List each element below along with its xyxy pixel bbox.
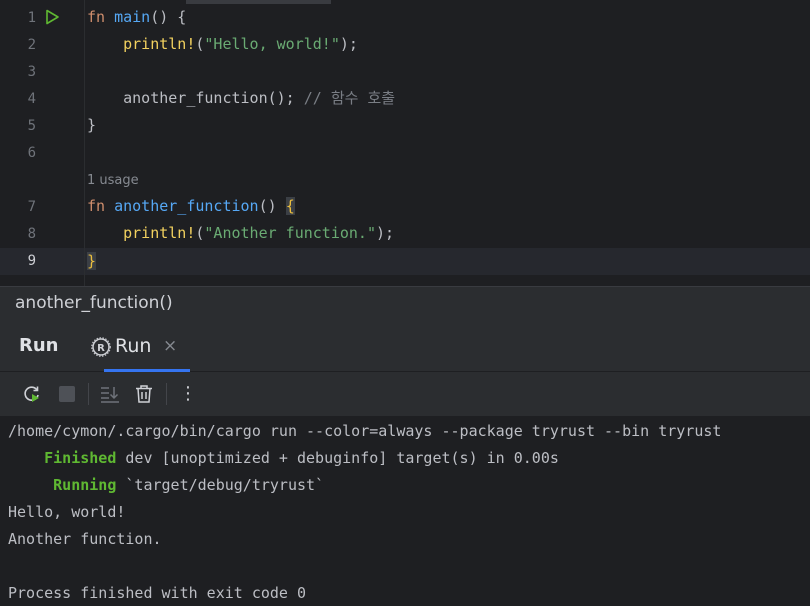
toolbar-divider: [88, 383, 89, 405]
code-line-4[interactable]: another_function(); // 함수 호출: [87, 85, 395, 112]
comment: // 함수 호출: [303, 89, 396, 107]
code-line-5[interactable]: }: [87, 112, 96, 139]
run-toolbar: ⋮: [0, 372, 810, 416]
line-number: 6: [27, 145, 36, 161]
toolbar-divider: [166, 383, 167, 405]
string-literal: "Hello, world!": [204, 35, 340, 53]
console-running-line: Running `target/debug/tryrust`: [8, 472, 324, 499]
console-output-line: Another function.: [8, 530, 162, 548]
macro: println!: [123, 224, 196, 242]
line-number: 3: [27, 64, 36, 80]
svg-text:R: R: [97, 343, 105, 354]
line-number: 4: [27, 91, 36, 107]
running-text: `target/debug/tryrust`: [116, 476, 325, 494]
matched-brace: }: [87, 252, 97, 270]
tab-run[interactable]: R Run ×: [88, 322, 190, 372]
gutter-divider: [84, 0, 85, 286]
code-line-8[interactable]: println!("Another function.");: [87, 220, 394, 247]
code-text: () {: [150, 8, 187, 26]
more-icon[interactable]: ⋮: [178, 384, 198, 404]
console-command-line: /home/cymon/.cargo/bin/cargo run --color…: [8, 422, 722, 440]
code-text: (): [258, 197, 286, 215]
stop-icon[interactable]: [57, 384, 77, 404]
console-exit-line: Process finished with exit code 0: [8, 584, 307, 602]
line-number: 8: [27, 226, 36, 242]
finished-label: Finished: [44, 449, 117, 467]
line-number: 1: [27, 10, 36, 26]
code-text: }: [87, 116, 97, 134]
close-icon[interactable]: ×: [163, 336, 177, 356]
keyword: fn: [87, 8, 106, 26]
console-finished-line: Finished dev [unoptimized + debuginfo] t…: [8, 445, 559, 472]
code-line-1[interactable]: fn main() {: [87, 4, 186, 31]
console-output[interactable]: /home/cymon/.cargo/bin/cargo run --color…: [0, 416, 810, 606]
running-label: Running: [53, 476, 117, 494]
code-text: );: [376, 224, 395, 242]
keyword: fn: [87, 197, 106, 215]
rerun-icon[interactable]: [22, 384, 42, 404]
tool-window-title: Run: [19, 335, 59, 356]
line-number: 5: [27, 118, 36, 134]
tab-run-label: Run: [115, 335, 152, 357]
code-text: );: [339, 35, 358, 53]
function-call: another_function();: [123, 89, 295, 107]
line-number-current: 9: [27, 253, 36, 269]
line-number: 2: [27, 37, 36, 53]
line-number-gutter: 1 2 3 4 5 6 7 8 9: [0, 0, 84, 286]
code-line-9[interactable]: }: [87, 248, 97, 275]
finished-text: dev [unoptimized + debuginfo] target(s) …: [116, 449, 559, 467]
matched-brace: {: [285, 197, 295, 215]
line-number: 7: [27, 199, 36, 215]
code-line-2[interactable]: println!("Hello, world!");: [87, 31, 358, 58]
string-literal: "Another function.": [204, 224, 376, 242]
editor-scroll-indicator: [186, 0, 331, 4]
macro: println!: [123, 35, 196, 53]
run-tool-window-header: Run R Run ×: [0, 322, 810, 372]
code-line-7[interactable]: fn another_function() {: [87, 193, 295, 220]
scroll-to-end-icon[interactable]: [100, 384, 120, 404]
rust-icon: R: [91, 337, 111, 357]
run-main-icon[interactable]: [44, 9, 60, 25]
code-editor[interactable]: 1 2 3 4 5 6 7 8 9 fn main() { println!("…: [0, 0, 810, 286]
breadcrumb[interactable]: another_function(): [15, 293, 173, 313]
usage-hint[interactable]: 1 usage: [87, 170, 139, 192]
console-output-line: Hello, world!: [8, 503, 126, 521]
breadcrumb-bar: another_function(): [0, 286, 810, 322]
clear-icon[interactable]: [134, 384, 154, 404]
function-name: main: [114, 8, 151, 26]
current-line-highlight: [0, 248, 810, 275]
function-name: another_function: [114, 197, 259, 215]
